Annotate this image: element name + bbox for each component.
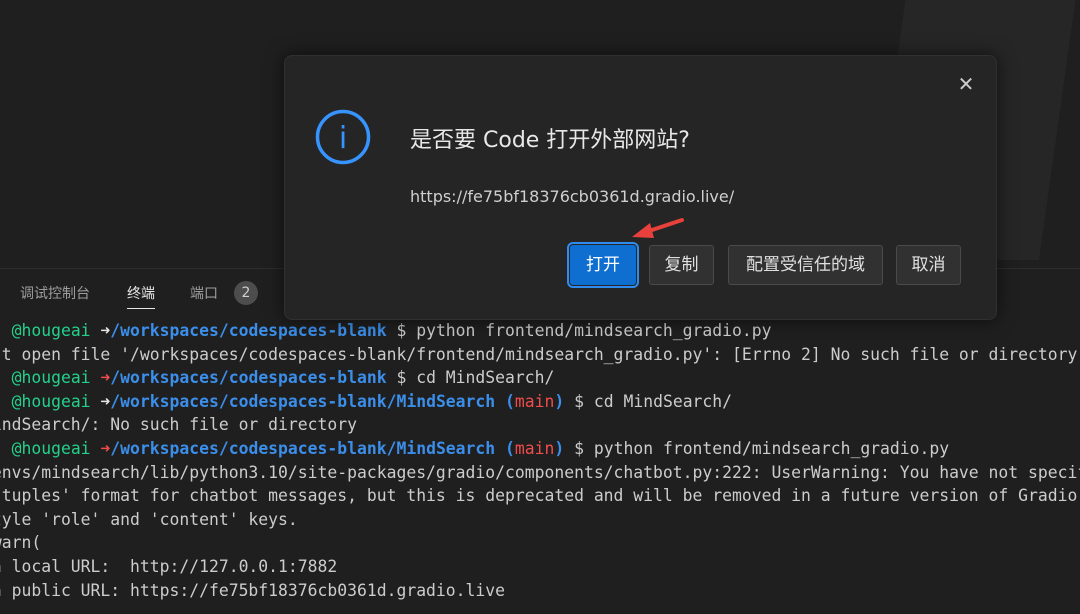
terminal-segment: n) — [0, 392, 12, 411]
terminal-segment: $ cd MindSearch/ — [574, 391, 733, 411]
cancel-button[interactable]: 取消 — [896, 245, 961, 285]
terminal-segment: ➜ — [100, 438, 111, 458]
terminal-segment: n) — [0, 321, 12, 340]
terminal-line: n't open file '/workspaces/codespaces-bl… — [0, 343, 1080, 367]
terminal-segment: main — [514, 391, 555, 411]
terminal-segment: $ python frontend/mindsearch_gradio.py — [574, 438, 950, 458]
dialog-title: 是否要 Code 打开外部网站? — [410, 128, 690, 153]
terminal-segment: /workspaces/codespaces-blank/MindSearch — [110, 391, 506, 411]
terminal-segment: /envs/mindsearch/lib/python3.10/site-pac… — [0, 462, 1080, 482]
close-icon[interactable]: ✕ — [954, 72, 978, 96]
ports-count-badge: 2 — [234, 281, 258, 305]
terminal-segment: $ cd MindSearch/ — [396, 368, 555, 388]
tab-ports[interactable]: 端口 — [190, 283, 218, 305]
terminal-segment: @hougeai — [11, 438, 101, 458]
terminal-output[interactable]: n) @hougeai ➜/workspaces/codespaces-blan… — [0, 319, 1080, 602]
terminal-segment: @hougeai — [11, 368, 101, 388]
terminal-line: on public URL: https://fe75bf18376cb0361… — [0, 579, 1080, 603]
terminal-segment: ( — [505, 438, 515, 458]
terminal-segment: on local URL: http://127.0.0.1:7882 — [0, 556, 338, 576]
terminal-line: n) @hougeai ➜/workspaces/codespaces-blan… — [0, 366, 1080, 390]
terminal-segment: /workspaces/codespaces-blank — [110, 321, 397, 340]
tab-debug-console[interactable]: 调试控制台 — [20, 283, 90, 305]
terminal-line: 'tuples' format for chatbot messages, bu… — [0, 484, 1080, 508]
terminal-segment: /workspaces/codespaces-blank — [110, 368, 397, 388]
dialog-url: https://fe75bf18376cb0361d.gradio.live/ — [410, 187, 735, 206]
terminal-segment: main — [514, 438, 555, 458]
terminal-segment: n) — [0, 439, 12, 458]
terminal-segment: @hougeai — [11, 391, 101, 411]
terminal-segment: /workspaces/codespaces-blank/MindSearch — [110, 438, 506, 458]
terminal-line: n) @hougeai ➜/workspaces/codespaces-blan… — [0, 437, 1080, 461]
terminal-segment: @hougeai — [11, 321, 101, 340]
open-external-website-dialog: ✕ i 是否要 Code 打开外部网站? https://fe75bf18376… — [284, 55, 997, 320]
terminal-segment: ➜ — [100, 321, 111, 340]
configure-trusted-domains-button[interactable]: 配置受信任的域 — [728, 245, 883, 285]
terminal-segment: $ python frontend/mindsearch_gradio.py — [396, 321, 772, 340]
terminal-segment: n) — [0, 368, 12, 387]
terminal-line: .warn( — [0, 531, 1080, 555]
terminal-segment: ) — [554, 391, 575, 411]
info-glyph: i — [339, 121, 347, 156]
terminal-segment: ( — [505, 391, 515, 411]
terminal-segment: on public URL: https://fe75bf18376cb0361… — [0, 580, 506, 600]
terminal-line: MindSearch/: No such file or directory — [0, 413, 1080, 437]
terminal-segment: ➜ — [100, 368, 111, 388]
terminal-line: /envs/mindsearch/lib/python3.10/site-pac… — [0, 461, 1080, 485]
terminal-segment: ➜ — [100, 391, 111, 411]
terminal-line: on local URL: http://127.0.0.1:7882 — [0, 555, 1080, 579]
terminal-line: n) @hougeai ➜/workspaces/codespaces-blan… — [0, 390, 1080, 414]
open-button[interactable]: 打开 — [567, 242, 639, 288]
info-icon: i — [315, 109, 371, 165]
terminal-segment: .warn( — [0, 533, 42, 553]
copy-button[interactable]: 复制 — [649, 245, 714, 285]
terminal-segment: ) — [554, 438, 575, 458]
tab-terminal[interactable]: 终端 — [127, 283, 155, 309]
terminal-segment: n't open file '/workspaces/codespaces-bl… — [0, 344, 1078, 364]
terminal-line: style 'role' and 'content' keys. — [0, 508, 1080, 532]
terminal-segment: style 'role' and 'content' keys. — [0, 509, 298, 529]
terminal-line: n) @hougeai ➜/workspaces/codespaces-blan… — [0, 319, 1080, 343]
terminal-segment: MindSearch/: No such file or directory — [0, 415, 357, 435]
terminal-segment: 'tuples' format for chatbot messages, bu… — [0, 486, 1078, 506]
